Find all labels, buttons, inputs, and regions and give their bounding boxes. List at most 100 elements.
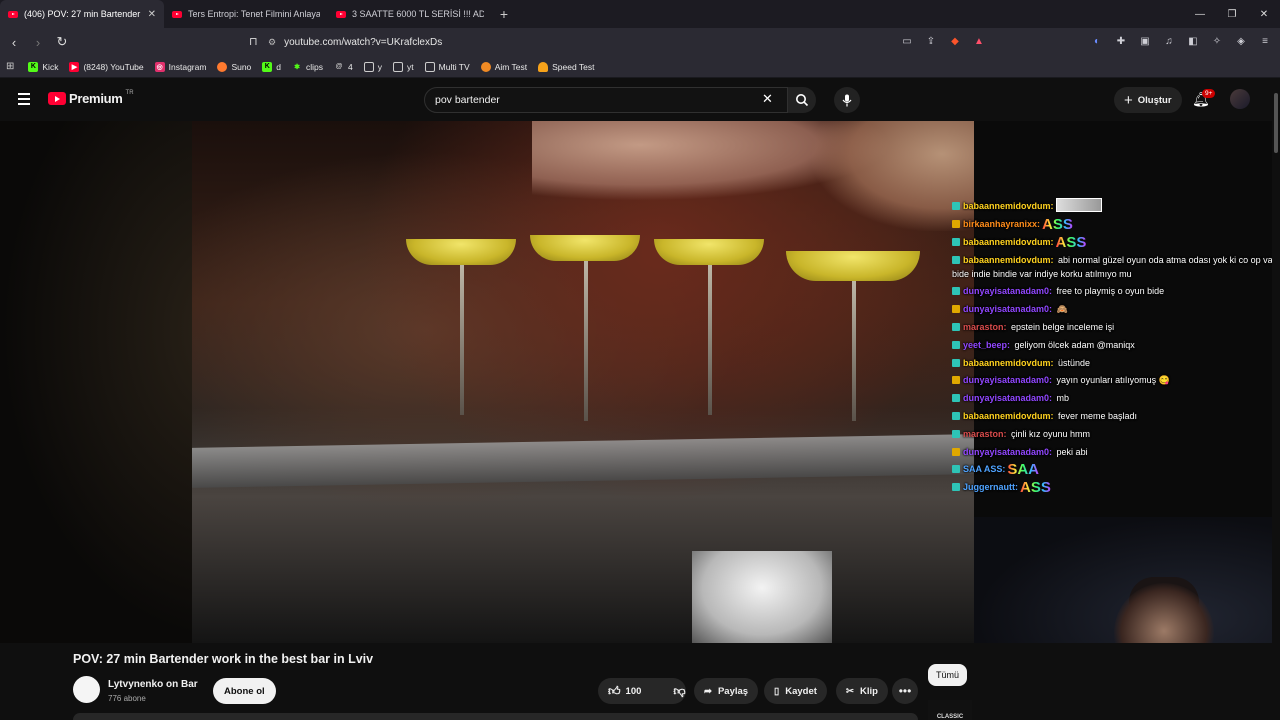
cocktail-glass: [530, 235, 640, 261]
bookmark-instagram[interactable]: ◎ Instagram: [154, 61, 206, 72]
forward-arrow-icon[interactable]: ›: [28, 35, 48, 50]
search-button[interactable]: [788, 87, 816, 113]
save-label: Kaydet: [785, 685, 817, 697]
music-icon[interactable]: ♫: [1162, 34, 1176, 48]
minimize-icon[interactable]: —: [1184, 0, 1216, 28]
sidebar-icon[interactable]: ◧: [1186, 34, 1200, 48]
bookmark-label: Multi TV: [438, 61, 470, 72]
youtube-favicon-icon: [336, 10, 346, 18]
create-button[interactable]: + Oluştur: [1114, 87, 1182, 113]
clip-label: Klip: [859, 685, 878, 697]
chat-username: dunyayisatanadam0:: [963, 304, 1053, 315]
extensions-icon[interactable]: ✚: [1114, 34, 1128, 48]
dislike-button[interactable]: 👎︎: [663, 678, 695, 704]
chat-badge-icon: [952, 237, 960, 246]
chat-message: yeet_beep: geliyom ölcek adam @maniqx: [952, 337, 1278, 355]
chat-message: babaannemidovdum: üstünde: [952, 355, 1278, 373]
chat-badge-icon: [952, 305, 960, 314]
channel-avatar[interactable]: [73, 676, 100, 703]
like-button[interactable]: 👍︎ 100: [598, 678, 651, 704]
chat-message: babaannemidovdum: fever meme başladı: [952, 408, 1278, 426]
search-input[interactable]: pov bartender: [424, 87, 788, 113]
account-avatar[interactable]: [1230, 89, 1250, 109]
bookmark-youtube[interactable]: ▶ (8248) YouTube: [69, 61, 144, 72]
cloud-icon: [538, 61, 549, 72]
download-icon[interactable]: ✧: [1210, 34, 1224, 48]
chat-text: free to playmiş o oyun bide: [1054, 286, 1165, 297]
bookmark-page-icon[interactable]: ⊓: [249, 35, 258, 48]
more-actions-icon[interactable]: •••: [892, 678, 918, 704]
subscribe-button[interactable]: Abone ol: [213, 678, 276, 704]
bookmark-d[interactable]: Kd: [262, 61, 282, 72]
chat-message: SAA ASS: SAA: [952, 461, 1278, 479]
bookmark-folder-yt[interactable]: yt: [393, 61, 414, 72]
youtube-premium-logo[interactable]: Premium TR: [48, 90, 134, 106]
scrollbar-thumb[interactable]: [1274, 93, 1278, 153]
bookmark-4[interactable]: @4: [334, 62, 353, 72]
bookmark-label: yt: [407, 61, 414, 72]
reload-icon[interactable]: ↻: [52, 34, 72, 50]
leo-ai-icon[interactable]: ◐: [1090, 34, 1104, 48]
bookmark-aimtest[interactable]: Aim Test: [480, 61, 528, 72]
hamburger-menu-icon[interactable]: [18, 93, 30, 108]
bookmark-label: Aim Test: [494, 61, 528, 72]
channel-name[interactable]: Lytvynenko on Bar: [108, 679, 198, 690]
chat-text: üstünde: [1055, 357, 1091, 368]
toolbar-icons: ◐ ✚ ▣ ♫ ◧ ✧ ◈ ≡: [1090, 34, 1272, 48]
bookmark-clips[interactable]: ✱ clips: [292, 62, 323, 72]
page-scrollbar[interactable]: [1272, 79, 1280, 720]
chat-badge-icon: [952, 376, 960, 385]
clear-search-icon[interactable]: ✕: [762, 91, 773, 107]
apps-grid-icon[interactable]: ⊞: [6, 61, 14, 72]
brave-shield-icon[interactable]: ◆: [948, 34, 962, 48]
address-bar-row: ‹ › ↻ ⊓ ⚙ youtube.com/watch?v=UKrafclexD…: [0, 28, 1280, 56]
chat-badge-icon: [952, 465, 960, 474]
chat-username: babaannemidovdum:: [963, 410, 1054, 421]
create-label: Oluştur: [1137, 94, 1172, 106]
wallet-icon[interactable]: ▣: [1138, 34, 1152, 48]
chat-badge-icon: [952, 340, 960, 349]
bookmark-multitv[interactable]: Multi TV: [424, 61, 470, 72]
share-icon[interactable]: ⇪: [924, 34, 938, 48]
bookmark-folder-y[interactable]: y: [363, 61, 382, 72]
voice-search-button[interactable]: [834, 87, 860, 113]
tab-label: Ters Entropi: Tenet Filmini Anlayabild: [188, 9, 320, 19]
menu-icon[interactable]: ≡: [1258, 34, 1272, 48]
chat-username: dunyayisatanadam0:: [963, 375, 1053, 386]
chat-username: babaannemidovdum:: [963, 357, 1054, 368]
new-tab-plus-icon[interactable]: +: [492, 6, 516, 22]
like-count: 100: [625, 685, 642, 697]
description-box-edge[interactable]: [73, 713, 918, 720]
vpn-icon[interactable]: ◈: [1234, 34, 1248, 48]
chat-badge-icon: [952, 394, 960, 403]
browser-tab-1[interactable]: (406) POV: 27 min Bartender wo ✕: [0, 0, 164, 28]
maximize-icon[interactable]: ❐: [1216, 0, 1248, 28]
chat-username: yeet_beep:: [963, 339, 1011, 350]
share-button[interactable]: ➦ Paylaş: [694, 678, 759, 704]
chat-text: geliyom ölcek adam @maniqx: [1012, 339, 1135, 350]
chat-message: birkaanhayranixx: ASS: [952, 216, 1278, 234]
url-field[interactable]: ⚙ youtube.com/watch?v=UKrafclexDs: [268, 33, 442, 51]
chat-emote: ASS: [1055, 233, 1087, 251]
browser-tab-2[interactable]: Ters Entropi: Tenet Filmini Anlayabild: [164, 0, 328, 28]
bookmark-kick[interactable]: K Kick: [28, 61, 58, 72]
reader-icon[interactable]: ▭: [900, 34, 914, 48]
chat-emote: SAA: [1007, 461, 1040, 479]
chat-username: dunyayisatanadam0:: [963, 446, 1053, 457]
site-settings-icon[interactable]: ⚙: [268, 37, 276, 48]
page-icon: [424, 61, 435, 72]
back-arrow-icon[interactable]: ‹: [4, 35, 24, 50]
bookmark-label: (8248) YouTube: [83, 61, 144, 72]
filter-chip-all[interactable]: Tümü: [928, 664, 968, 686]
rewards-icon[interactable]: ▲: [972, 34, 986, 48]
chat-text: peki abi: [1054, 446, 1088, 457]
bookmark-suno[interactable]: Suno: [217, 61, 251, 72]
browser-tab-3[interactable]: 3 SAATTE 6000 TL SERİSİ !!! ADANA: [328, 0, 492, 28]
bookmark-speedtest[interactable]: Speed Test: [538, 61, 595, 72]
clip-button[interactable]: ✂ Klip: [836, 678, 888, 704]
close-window-icon[interactable]: ✕: [1248, 0, 1280, 28]
close-tab-icon[interactable]: ✕: [148, 9, 156, 20]
video-frame[interactable]: [192, 121, 974, 643]
bookmark-label: d: [276, 61, 282, 72]
save-button[interactable]: ▯ Kaydet: [764, 678, 827, 704]
